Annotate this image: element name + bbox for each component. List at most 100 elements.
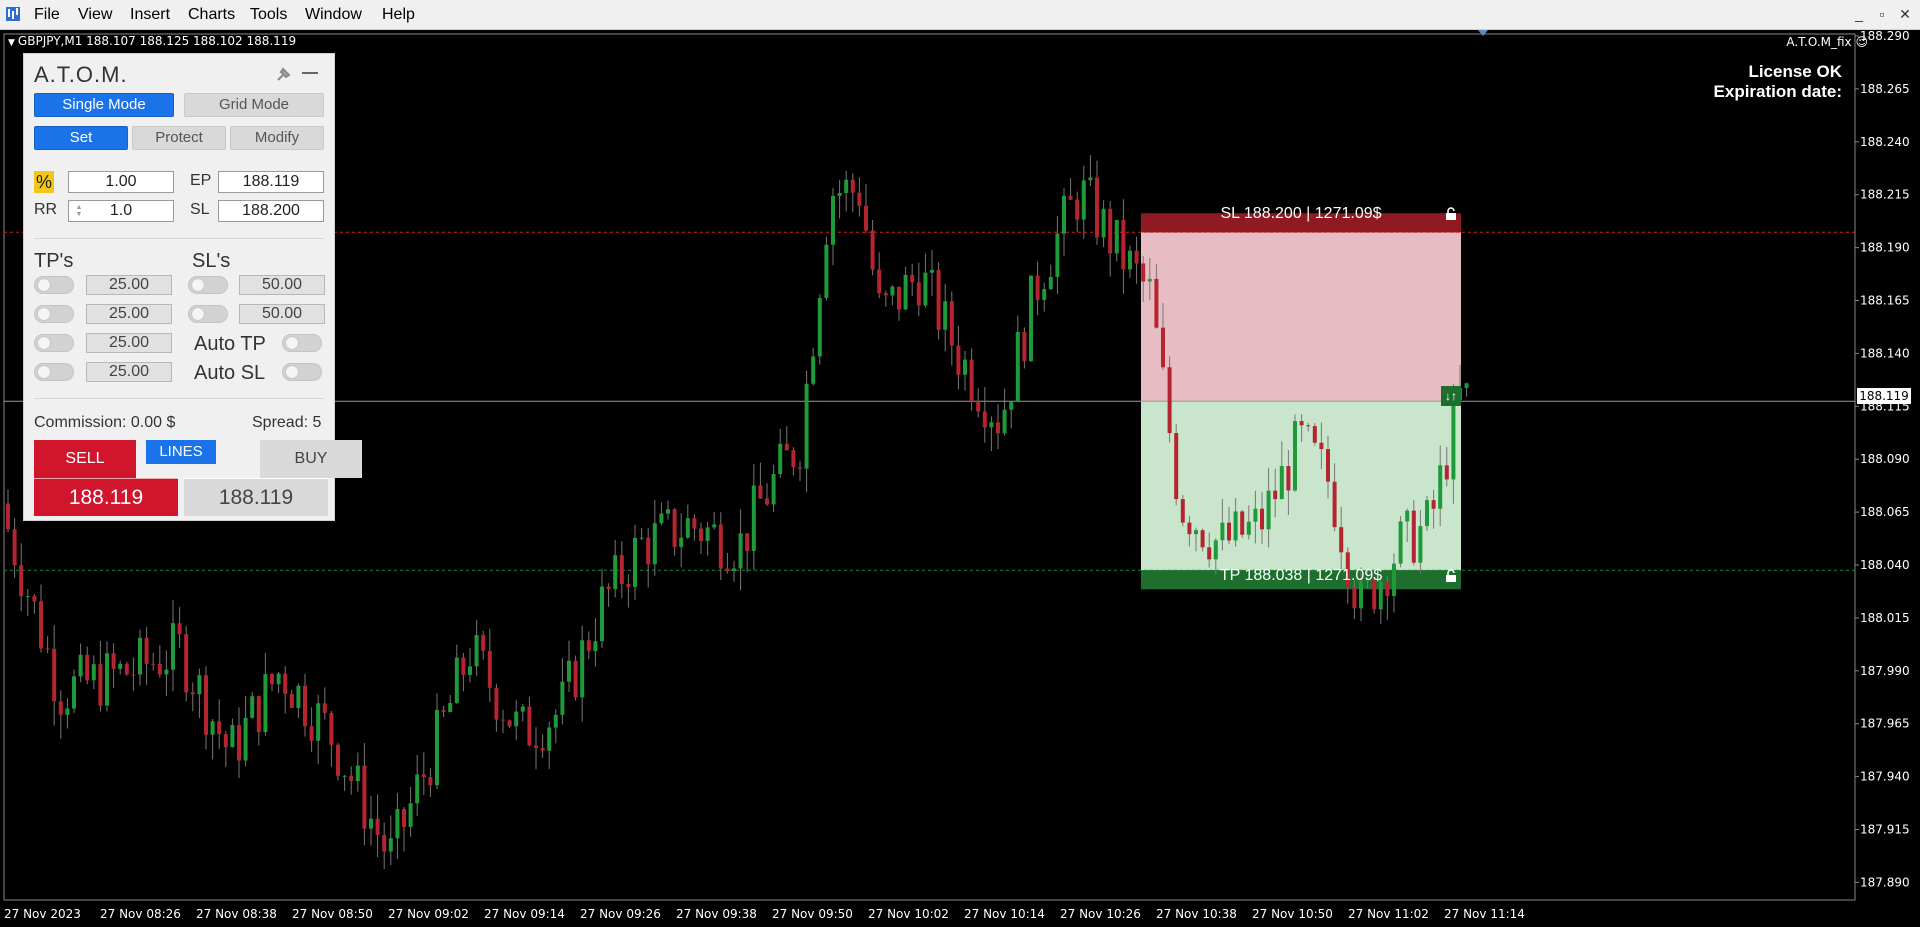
candle-body	[1002, 409, 1007, 434]
license-status: License OK Expiration date:	[1714, 62, 1842, 102]
sl1-value[interactable]: 50.00	[239, 275, 325, 295]
lines-button[interactable]: LINES	[146, 440, 216, 464]
sl1-toggle[interactable]	[188, 276, 228, 294]
candle-body	[12, 529, 17, 566]
candle-body	[778, 443, 783, 475]
tp1-value[interactable]: 25.00	[86, 275, 172, 295]
brush-icon[interactable]	[274, 64, 294, 84]
ep-input[interactable]: 188.119	[218, 171, 324, 193]
candle-body	[263, 674, 268, 733]
risk-input[interactable]: 1.00	[68, 171, 174, 193]
tp2-toggle[interactable]	[34, 305, 74, 323]
candle-body	[811, 356, 816, 384]
candle-body	[705, 527, 710, 541]
candle-body	[520, 706, 525, 712]
current-price-badge: 188.119	[1857, 388, 1911, 404]
candle-body	[329, 712, 334, 745]
swap-direction-button[interactable]: ↓↑	[1441, 386, 1461, 406]
tab-modify[interactable]: Modify	[230, 126, 324, 150]
candle-body	[111, 653, 116, 669]
candle-body	[276, 673, 281, 685]
candle-body	[1286, 466, 1291, 491]
tp4-toggle[interactable]	[34, 363, 74, 381]
price-axis-label: 188.015	[1860, 611, 1910, 625]
candle-body	[593, 641, 598, 652]
candle-body	[362, 765, 367, 829]
tp3-value[interactable]: 25.00	[86, 333, 172, 353]
percent-icon[interactable]: %	[34, 171, 54, 193]
candle-body	[151, 663, 156, 665]
candle-body	[1253, 508, 1258, 522]
price-axis-label: 188.240	[1860, 135, 1910, 149]
candle-body	[976, 401, 981, 412]
candle-body	[897, 286, 901, 310]
sl-zone	[1141, 232, 1461, 402]
candle-body	[1332, 481, 1337, 528]
candle-body	[6, 503, 10, 530]
minimize-panel-icon[interactable]	[302, 72, 318, 74]
price-axis-label: 188.090	[1860, 452, 1910, 466]
candle-body	[184, 634, 189, 693]
sl-input[interactable]: 188.200	[218, 200, 324, 222]
candle-body	[237, 725, 241, 761]
sl2-value[interactable]: 50.00	[239, 304, 325, 324]
sl-label[interactable]: SL 188.200 | 1271.09$	[1141, 204, 1461, 223]
candle-body	[474, 635, 479, 667]
candle-body	[1114, 219, 1119, 254]
candle-body	[124, 663, 129, 675]
time-axis-label: 27 Nov 11:02	[1348, 907, 1429, 921]
buy-price[interactable]: 188.119	[184, 478, 328, 516]
candle-body	[738, 533, 743, 569]
candle-body	[1359, 581, 1363, 609]
candle-body	[78, 654, 83, 677]
auto-tp-toggle[interactable]	[282, 334, 322, 352]
candle-body	[850, 179, 855, 193]
sell-button[interactable]: SELL	[34, 440, 136, 478]
tp-label[interactable]: TP 188.038 | 1271.09$	[1141, 566, 1461, 585]
tp-lock-icon[interactable]	[1444, 569, 1458, 583]
candle-body	[567, 660, 571, 682]
tp4-value[interactable]: 25.00	[86, 362, 172, 382]
tp1-toggle[interactable]	[34, 276, 74, 294]
candle-body	[870, 230, 875, 270]
candle-body	[1101, 208, 1106, 238]
sl-lock-icon[interactable]	[1444, 207, 1458, 221]
sell-price[interactable]: 188.119	[34, 478, 178, 516]
candle-body	[1319, 442, 1324, 450]
tp3-toggle[interactable]	[34, 334, 74, 352]
tp2-value[interactable]: 25.00	[86, 304, 172, 324]
buy-button[interactable]: BUY	[260, 440, 362, 478]
candle-body	[157, 663, 162, 675]
sl2-toggle[interactable]	[188, 305, 228, 323]
candle-body	[289, 693, 294, 708]
tab-set[interactable]: Set	[34, 126, 128, 150]
candle-body	[580, 640, 585, 698]
candle-body	[1068, 195, 1073, 200]
candle-body	[25, 596, 30, 598]
candle-body	[817, 297, 822, 357]
candle-body	[646, 537, 651, 565]
candle-body	[487, 650, 492, 688]
candle-body	[718, 524, 723, 569]
candle-body	[1246, 521, 1251, 535]
candle-body	[408, 803, 413, 827]
auto-sl-toggle[interactable]	[282, 363, 322, 381]
candle-body	[270, 674, 274, 685]
candle-body	[989, 422, 994, 428]
candle-body	[1233, 511, 1238, 541]
single-mode-button[interactable]: Single Mode	[34, 93, 174, 117]
candle-body	[877, 269, 882, 294]
tab-protect[interactable]: Protect	[132, 126, 226, 150]
candle-body	[903, 274, 908, 310]
candle-body	[943, 301, 948, 330]
grid-mode-button[interactable]: Grid Mode	[184, 93, 324, 117]
candle-body	[402, 809, 406, 827]
tps-heading: TP's	[34, 250, 74, 272]
rr-value: 1.0	[109, 202, 133, 219]
stepper-icon[interactable]: ▲ ▼	[75, 204, 83, 218]
candle-body	[1411, 510, 1416, 563]
candle-body	[138, 637, 142, 675]
candle-body	[864, 205, 868, 231]
panel-title: A.T.O.M.	[34, 62, 128, 87]
rr-input[interactable]: ▲ ▼ 1.0	[68, 200, 174, 222]
